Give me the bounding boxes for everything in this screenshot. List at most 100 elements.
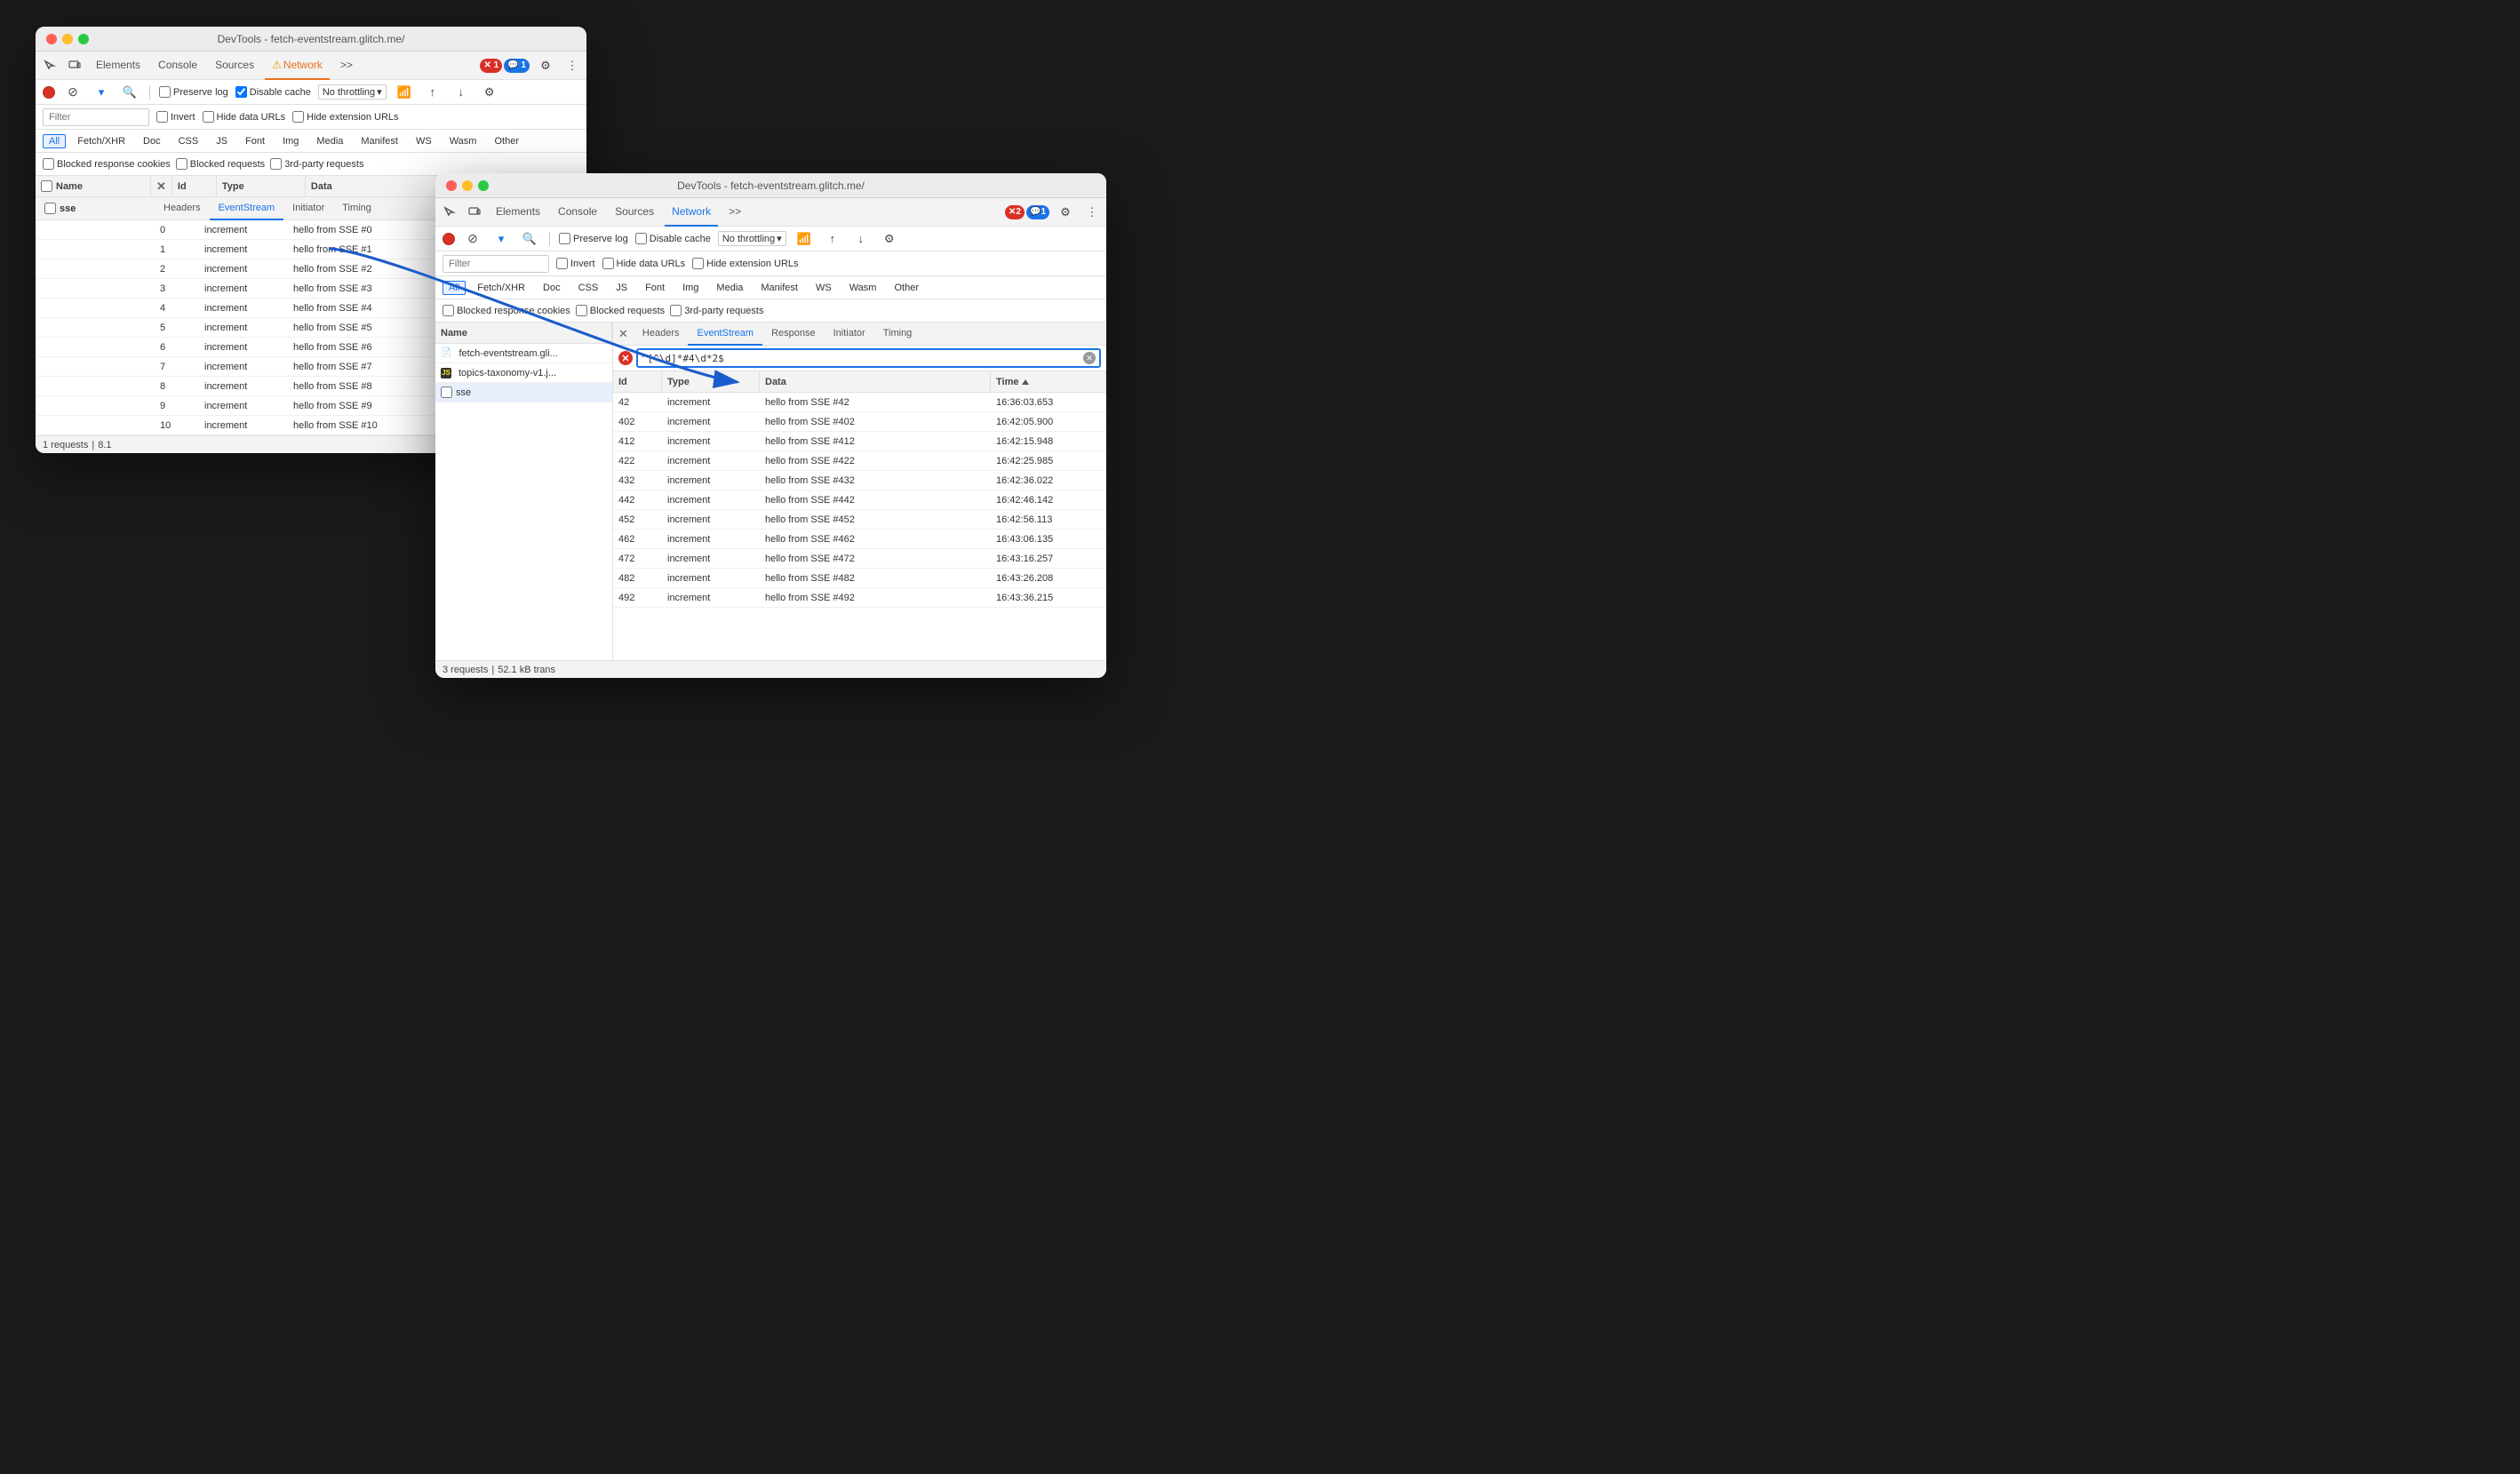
- hide-extension-urls-checkbox-2[interactable]: Hide extension URLs: [692, 258, 798, 269]
- search-input-2[interactable]: [642, 353, 1080, 364]
- invert-checkbox-1[interactable]: Invert: [156, 111, 195, 123]
- disable-cache-checkbox-1[interactable]: Disable cache: [235, 86, 311, 98]
- minimize-button-1[interactable]: [62, 34, 73, 44]
- settings-icon-2[interactable]: ⚙: [1055, 202, 1076, 223]
- invert-checkbox-2[interactable]: Invert: [556, 258, 595, 269]
- disable-cache-checkbox-2[interactable]: Disable cache: [635, 233, 711, 244]
- device-icon-2[interactable]: [464, 202, 485, 223]
- tab-more-1[interactable]: >>: [333, 52, 360, 80]
- close-panel-1[interactable]: ✕: [151, 176, 172, 196]
- search-box-2[interactable]: ✕: [636, 348, 1101, 368]
- tab-timing-2[interactable]: Timing: [874, 323, 921, 346]
- filter-btn-font-1[interactable]: Font: [239, 134, 271, 148]
- filter-input-1[interactable]: [43, 108, 149, 126]
- filter-btn-all-1[interactable]: All: [43, 134, 66, 148]
- filter-btn-doc-1[interactable]: Doc: [137, 134, 167, 148]
- search-icon-2[interactable]: 🔍: [519, 228, 540, 250]
- settings-icon-1[interactable]: ⚙: [535, 55, 556, 76]
- col-name-header-1[interactable]: Name: [36, 176, 151, 196]
- tab-sources-2[interactable]: Sources: [608, 198, 661, 227]
- filter-btn-css-2[interactable]: CSS: [572, 281, 605, 295]
- network-settings-icon-2[interactable]: ⚙: [879, 228, 900, 250]
- table-row[interactable]: 472 increment hello from SSE #472 16:43:…: [613, 549, 1106, 569]
- tab-eventstream-2[interactable]: EventStream: [688, 323, 762, 346]
- search-icon-1[interactable]: 🔍: [119, 82, 140, 103]
- tab-initiator-1[interactable]: Initiator: [283, 197, 333, 220]
- preserve-log-checkbox-1[interactable]: Preserve log: [159, 86, 228, 98]
- hide-data-urls-checkbox-1[interactable]: Hide data URLs: [203, 111, 286, 123]
- table-row[interactable]: 462 increment hello from SSE #462 16:43:…: [613, 530, 1106, 549]
- close-panel-2[interactable]: ✕: [613, 327, 634, 341]
- tab-timing-1[interactable]: Timing: [333, 197, 380, 220]
- network-settings-icon-1[interactable]: ⚙: [479, 82, 500, 103]
- download-icon-1[interactable]: ↓: [451, 82, 472, 103]
- close-button-2[interactable]: [446, 180, 457, 191]
- table-row[interactable]: 432 increment hello from SSE #432 16:42:…: [613, 471, 1106, 490]
- filter-btn-manifest-2[interactable]: Manifest: [754, 281, 804, 295]
- filter-btn-css-1[interactable]: CSS: [172, 134, 205, 148]
- filter-btn-doc-2[interactable]: Doc: [537, 281, 567, 295]
- filter-icon-1[interactable]: ▾: [91, 82, 112, 103]
- tab-more-2[interactable]: >>: [722, 198, 748, 227]
- maximize-button-2[interactable]: [478, 180, 489, 191]
- list-item[interactable]: JS topics-taxonomy-v1.j...: [435, 363, 612, 383]
- table-row[interactable]: 412 increment hello from SSE #412 16:42:…: [613, 432, 1106, 451]
- filter-btn-fetchxhr-1[interactable]: Fetch/XHR: [71, 134, 132, 148]
- tab-network-1[interactable]: ⚠ Network: [265, 52, 330, 80]
- record-button-1[interactable]: [43, 86, 55, 99]
- throttle-select-2[interactable]: No throttling ▾: [718, 231, 786, 246]
- tab-elements-2[interactable]: Elements: [489, 198, 547, 227]
- hide-data-urls-checkbox-2[interactable]: Hide data URLs: [602, 258, 686, 269]
- wifi-icon-2[interactable]: 📶: [793, 228, 815, 250]
- blocked-cookies-checkbox-2[interactable]: Blocked response cookies: [443, 305, 570, 316]
- table-row[interactable]: 42 increment hello from SSE #42 16:36:03…: [613, 393, 1106, 412]
- filter-btn-wasm-2[interactable]: Wasm: [843, 281, 883, 295]
- inspect-icon-2[interactable]: [439, 202, 460, 223]
- filter-btn-other-2[interactable]: Other: [888, 281, 925, 295]
- tab-console-1[interactable]: Console: [151, 52, 204, 80]
- tab-response-2[interactable]: Response: [762, 323, 825, 346]
- tab-headers-2[interactable]: Headers: [634, 323, 689, 346]
- filter-btn-img-2[interactable]: Img: [676, 281, 705, 295]
- upload-icon-2[interactable]: ↑: [822, 228, 843, 250]
- more-icon-2[interactable]: ⋮: [1081, 202, 1103, 223]
- filter-btn-ws-2[interactable]: WS: [809, 281, 838, 295]
- filter-btn-ws-1[interactable]: WS: [410, 134, 438, 148]
- filter-icon-2[interactable]: ▾: [490, 228, 512, 250]
- filter-btn-font-2[interactable]: Font: [639, 281, 671, 295]
- search-clear-2[interactable]: ✕: [1083, 352, 1096, 364]
- clear-icon-1[interactable]: ⊘: [62, 82, 84, 103]
- table-row[interactable]: 452 increment hello from SSE #452 16:42:…: [613, 510, 1106, 530]
- maximize-button-1[interactable]: [78, 34, 89, 44]
- filter-btn-all-2[interactable]: All: [443, 281, 466, 295]
- device-icon[interactable]: [64, 55, 85, 76]
- filter-btn-fetchxhr-2[interactable]: Fetch/XHR: [471, 281, 531, 295]
- tab-initiator-2[interactable]: Initiator: [825, 323, 874, 346]
- table-row[interactable]: 422 increment hello from SSE #422 16:42:…: [613, 451, 1106, 471]
- inspect-icon[interactable]: [39, 55, 60, 76]
- tab-elements-1[interactable]: Elements: [89, 52, 148, 80]
- blocked-cookies-checkbox-1[interactable]: Blocked response cookies: [43, 158, 171, 170]
- tab-eventstream-1[interactable]: EventStream: [210, 197, 284, 220]
- filter-btn-wasm-1[interactable]: Wasm: [443, 134, 483, 148]
- table-row[interactable]: 492 increment hello from SSE #492 16:43:…: [613, 588, 1106, 608]
- blocked-requests-checkbox-1[interactable]: Blocked requests: [176, 158, 265, 170]
- download-icon-2[interactable]: ↓: [850, 228, 872, 250]
- preserve-log-checkbox-2[interactable]: Preserve log: [559, 233, 628, 244]
- list-item[interactable]: 📄 fetch-eventstream.gli...: [435, 344, 612, 363]
- more-icon-1[interactable]: ⋮: [562, 55, 583, 76]
- filter-clear-icon-2[interactable]: [618, 351, 633, 365]
- filter-btn-manifest-1[interactable]: Manifest: [355, 134, 404, 148]
- table-row[interactable]: 482 increment hello from SSE #482 16:43:…: [613, 569, 1106, 588]
- window-controls-1[interactable]: [46, 34, 89, 44]
- tab-headers-1[interactable]: Headers: [155, 197, 210, 220]
- filter-btn-other-1[interactable]: Other: [488, 134, 525, 148]
- tab-console-2[interactable]: Console: [551, 198, 604, 227]
- blocked-requests-checkbox-2[interactable]: Blocked requests: [576, 305, 665, 316]
- hide-extension-urls-checkbox-1[interactable]: Hide extension URLs: [292, 111, 398, 123]
- filter-btn-js-2[interactable]: JS: [610, 281, 634, 295]
- record-button-2[interactable]: [443, 233, 455, 245]
- filter-btn-js-1[interactable]: JS: [210, 134, 234, 148]
- upload-icon-1[interactable]: ↑: [422, 82, 443, 103]
- filter-btn-img-1[interactable]: Img: [276, 134, 305, 148]
